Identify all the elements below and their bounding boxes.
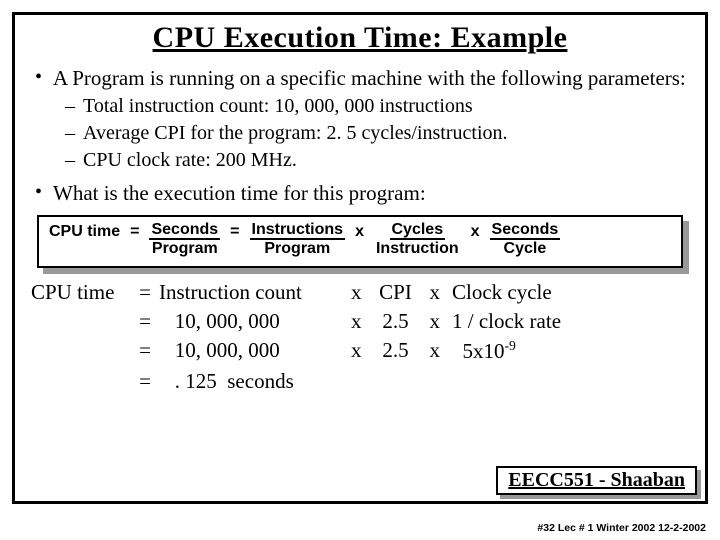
calc-x1: x bbox=[351, 307, 362, 336]
calc-c2: 2.5 bbox=[362, 336, 430, 366]
calc-c2: 2.5 bbox=[362, 307, 430, 336]
sub-bullet-cpi: Average CPI for the program: 2. 5 cycles… bbox=[31, 120, 689, 147]
calc-c3: Clock cycle bbox=[440, 278, 552, 307]
frac-den: Program bbox=[150, 240, 220, 258]
calc-c2: CPI bbox=[362, 278, 430, 307]
calc-c1: 10, 000, 000 bbox=[159, 336, 351, 366]
slide-frame: CPU Execution Time: Example A Program is… bbox=[12, 12, 708, 504]
calc-c3: 5x10-9 bbox=[440, 336, 516, 366]
frac-seconds-cycle: Seconds Cycle bbox=[490, 221, 561, 258]
equals-2: = bbox=[230, 221, 239, 241]
frac-instr-program: Instructions Program bbox=[250, 221, 346, 258]
equals-1: = bbox=[130, 221, 139, 241]
bullet-list: A Program is running on a specific machi… bbox=[31, 65, 689, 91]
calc-c1: 10, 000, 000 bbox=[159, 307, 351, 336]
calc-c1: Instruction count bbox=[159, 278, 351, 307]
calc-x1: x bbox=[351, 278, 362, 307]
bullet-question: What is the execution time for this prog… bbox=[31, 180, 689, 206]
frac-den: Program bbox=[262, 240, 332, 258]
calc-row-3: = 10, 000, 000 x 2.5 x 5x10-9 bbox=[31, 336, 689, 366]
calc-lhs: CPU time bbox=[31, 278, 131, 307]
sub-bullet-instructions: Total instruction count: 10, 000, 000 in… bbox=[31, 93, 689, 120]
calculation-block: CPU time = Instruction count x CPI x Clo… bbox=[31, 278, 689, 397]
calc-x2: x bbox=[430, 336, 441, 366]
calc-x1: x bbox=[351, 336, 362, 366]
calc-x2: x bbox=[430, 307, 441, 336]
calc-lhs bbox=[31, 307, 131, 336]
frac-num: Instructions bbox=[250, 221, 346, 241]
formula-lhs: CPU time bbox=[49, 221, 120, 241]
times-1: x bbox=[355, 221, 364, 241]
times-2: x bbox=[471, 221, 480, 241]
calc-eq: = bbox=[131, 367, 159, 396]
frac-num: Seconds bbox=[149, 221, 220, 241]
course-box: EECC551 - Shaaban bbox=[496, 466, 697, 495]
sub-bullet-clock: CPU clock rate: 200 MHz. bbox=[31, 147, 689, 174]
calc-row-4: = . 125 seconds bbox=[31, 367, 689, 396]
bullet-intro: A Program is running on a specific machi… bbox=[31, 65, 689, 91]
calc-eq: = bbox=[131, 278, 159, 307]
frac-seconds-program: Seconds Program bbox=[149, 221, 220, 258]
frac-den: Instruction bbox=[374, 240, 461, 258]
calc-row-1: CPU time = Instruction count x CPI x Clo… bbox=[31, 278, 689, 307]
slide-footer: #32 Lec # 1 Winter 2002 12-2-2002 bbox=[537, 522, 706, 534]
frac-den: Cycle bbox=[502, 240, 549, 258]
frac-num: Seconds bbox=[490, 221, 561, 241]
slide-title: CPU Execution Time: Example bbox=[31, 21, 689, 55]
formula-content: CPU time = Seconds Program = Instruction… bbox=[37, 215, 683, 268]
bullet-list-2: What is the execution time for this prog… bbox=[31, 180, 689, 206]
formula-box: CPU time = Seconds Program = Instruction… bbox=[37, 215, 683, 268]
calc-x2: x bbox=[430, 278, 441, 307]
calc-eq: = bbox=[131, 307, 159, 336]
calc-lhs bbox=[31, 367, 131, 396]
frac-cycles-instr: Cycles Instruction bbox=[374, 221, 461, 258]
calc-lhs bbox=[31, 336, 131, 366]
calc-eq: = bbox=[131, 336, 159, 366]
calc-c3: 1 / clock rate bbox=[440, 307, 561, 336]
calc-row-2: = 10, 000, 000 x 2.5 x 1 / clock rate bbox=[31, 307, 689, 336]
sub-bullet-list: Total instruction count: 10, 000, 000 in… bbox=[31, 93, 689, 174]
frac-num: Cycles bbox=[390, 221, 446, 241]
calc-c3-base: 5x10 bbox=[452, 339, 505, 363]
calc-c3-sup: -9 bbox=[505, 338, 516, 353]
course-label: EECC551 - Shaaban bbox=[496, 466, 697, 495]
calc-result: . 125 seconds bbox=[159, 367, 294, 396]
